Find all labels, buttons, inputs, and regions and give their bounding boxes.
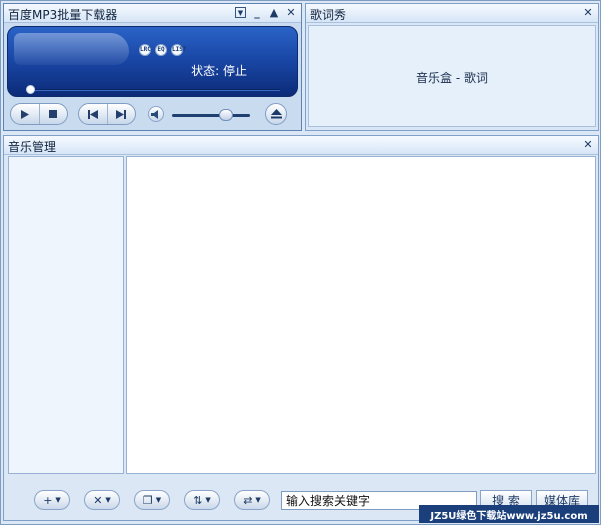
previous-button[interactable] [79, 104, 107, 124]
status-value: 停止 [222, 64, 247, 78]
play-button[interactable] [11, 104, 39, 124]
minimize-button[interactable]: _ [251, 6, 263, 19]
copy-button[interactable]: ❐ ▼ [134, 490, 170, 510]
copy-icon: ❐ [142, 493, 153, 507]
song-list[interactable] [126, 156, 596, 474]
volume-icon[interactable] [148, 106, 164, 122]
player-controls [10, 103, 298, 127]
lyrics-display: 音乐盒 - 歌词 [308, 25, 596, 127]
lyrics-window-buttons: ✕ [582, 6, 594, 19]
play-stop-group [10, 103, 68, 125]
manager-close-button[interactable]: ✕ [582, 138, 594, 151]
app-window: 百度MP3批量下载器 ▼ _ ▲ ✕ LRC EQ LIST 状态: 停止 歌词… [0, 0, 601, 525]
play-icon [21, 109, 30, 119]
display-mini-buttons: LRC EQ LIST [139, 44, 186, 56]
stop-button[interactable] [38, 104, 68, 124]
loop-mode-button[interactable]: ⇄ ▼ [234, 490, 270, 510]
next-icon [116, 109, 127, 119]
watermark-banner: JZ5U绿色下载站www.jz5u.com [419, 505, 599, 523]
lyrics-panel: 歌词秀 ✕ 音乐盒 - 歌词 [305, 3, 599, 131]
manager-title: 音乐管理 [8, 140, 57, 154]
player-title: 百度MP3批量下载器 [8, 8, 118, 22]
category-tree[interactable] [8, 156, 124, 474]
equalizer-icon[interactable]: EQ [155, 44, 167, 56]
chevron-down-icon: ▼ [205, 496, 211, 504]
sort-icon: ⇅ [193, 493, 203, 507]
lyrics-title: 歌词秀 [310, 8, 347, 22]
lyrics-titlebar: 歌词秀 ✕ [306, 4, 598, 23]
speaker-glyph [151, 109, 158, 119]
music-manager-panel: 音乐管理 ✕ +▼ ✕▼ ❐▼ ⇅▼ ⇄▼ 搜 索 媒体 [3, 135, 599, 521]
progress-track[interactable] [28, 89, 280, 91]
collapse-button[interactable]: ▲ [268, 6, 280, 19]
chevron-down-icon: ▼ [255, 496, 261, 504]
eject-icon [270, 109, 282, 119]
add-button[interactable]: + ▼ [34, 490, 70, 510]
next-button[interactable] [106, 104, 136, 124]
add-icon: + [43, 493, 53, 507]
chevron-down-icon: ▼ [155, 496, 162, 504]
manager-titlebar: 音乐管理 ✕ [4, 136, 598, 155]
manager-window-buttons: ✕ [582, 138, 594, 151]
display-gloss [14, 33, 129, 65]
lyrics-close-button[interactable]: ✕ [582, 6, 594, 19]
delete-button[interactable]: ✕ ▼ [84, 490, 120, 510]
stop-icon [49, 110, 58, 118]
lyrics-placeholder: 音乐盒 - 歌词 [416, 71, 488, 85]
lyrics-toggle-icon[interactable]: LRC [139, 44, 151, 56]
player-panel: 百度MP3批量下载器 ▼ _ ▲ ✕ LRC EQ LIST 状态: 停止 [3, 3, 302, 131]
status-text: 状态: 停止 [191, 62, 247, 79]
chevron-down-icon: ▼ [105, 496, 111, 504]
chevron-down-icon: ▼ [55, 496, 61, 504]
dropdown-icon[interactable]: ▼ [235, 7, 246, 18]
volume-knob[interactable] [219, 109, 233, 121]
player-titlebar: 百度MP3批量下载器 ▼ _ ▲ ✕ [4, 4, 301, 23]
close-button[interactable]: ✕ [285, 6, 297, 19]
volume-slider[interactable] [172, 114, 250, 117]
previous-icon [87, 109, 98, 119]
player-window-buttons: ▼ _ ▲ ✕ [235, 6, 297, 19]
loop-icon: ⇄ [243, 493, 253, 507]
progress-knob[interactable] [26, 85, 35, 94]
prev-next-group [78, 103, 136, 125]
sort-button[interactable]: ⇅ ▼ [184, 490, 220, 510]
playlist-icon[interactable]: LIST [171, 44, 186, 56]
eject-button[interactable] [265, 103, 287, 125]
status-label: 状态: [191, 64, 220, 78]
player-display: LRC EQ LIST 状态: 停止 [7, 26, 298, 97]
delete-icon: ✕ [93, 493, 103, 507]
